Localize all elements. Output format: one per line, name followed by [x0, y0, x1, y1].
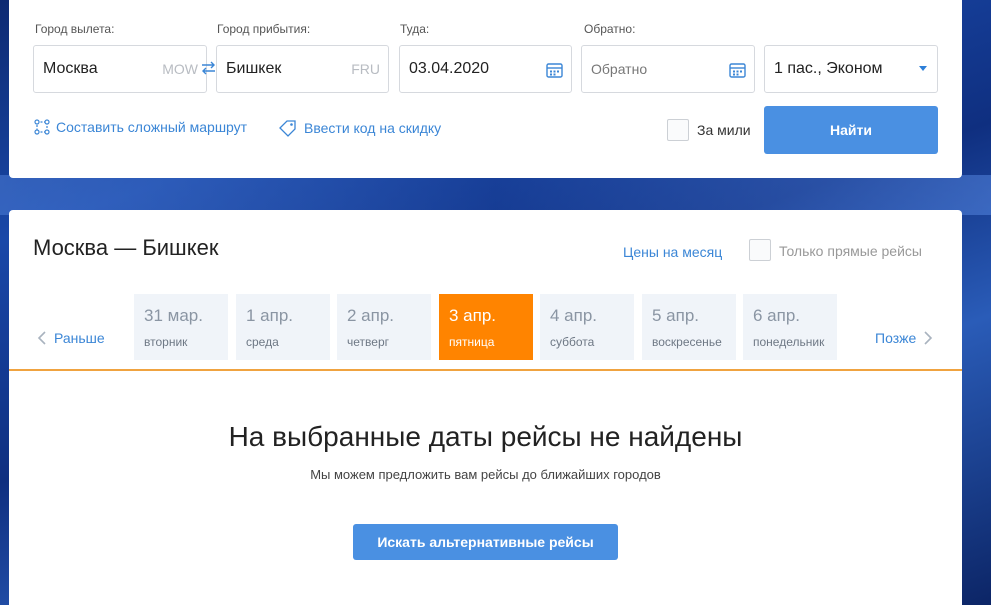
date-tab[interactable]: 5 апр. воскресенье [642, 294, 736, 360]
date-tab-date: 3 апр. [449, 306, 497, 325]
results-panel: Москва — Бишкек Цены на месяц Только пря… [9, 210, 962, 605]
earlier-dates-link[interactable]: Раньше [36, 330, 105, 346]
date-tab-weekday: пятница [449, 335, 495, 349]
date-tab[interactable]: 6 апр. понедельник [743, 294, 837, 360]
date-tab-date: 1 апр. [246, 306, 294, 325]
miles-checkbox[interactable] [667, 119, 689, 141]
chevron-right-icon [924, 331, 933, 345]
date-tab[interactable]: 3 апр. пятница [439, 294, 533, 360]
direct-only-label: Только прямые рейсы [779, 243, 922, 259]
return-date-input[interactable]: Обратно [581, 45, 755, 93]
passengers-value: 1 пас., Эконом [774, 60, 883, 77]
depart-date-value: 03.04.2020 [409, 60, 490, 77]
date-tab-date: 5 апр. [652, 306, 700, 325]
to-label: Город прибытия: [217, 22, 311, 36]
date-tab-date: 6 апр. [753, 306, 801, 325]
from-city-code: MOW [162, 61, 198, 77]
calendar-icon [729, 63, 746, 78]
date-tab-weekday: понедельник [753, 335, 825, 349]
find-button[interactable]: Найти [764, 106, 938, 154]
date-tab-weekday: среда [246, 335, 279, 349]
depart-date-input[interactable]: 03.04.2020 [399, 45, 572, 93]
direct-only-checkbox[interactable] [749, 239, 771, 261]
tag-icon [279, 120, 296, 137]
background-streak [0, 175, 991, 215]
route-title: Москва — Бишкек [33, 235, 219, 260]
from-city-input[interactable]: Москва MOW [33, 45, 207, 93]
from-label: Город вылета: [35, 22, 115, 36]
swap-cities-icon[interactable] [201, 61, 216, 75]
date-tab[interactable]: 4 апр. суббота [540, 294, 634, 360]
return-date-placeholder: Обратно [591, 61, 648, 77]
chevron-left-icon [37, 331, 46, 345]
complex-route-label: Составить сложный маршрут [56, 119, 248, 135]
date-tab-date: 31 мар. [144, 306, 203, 325]
to-city-value: Бишкек [226, 60, 282, 77]
calendar-icon [546, 63, 563, 78]
date-tab-date: 4 апр. [550, 306, 598, 325]
date-tab-date: 2 апр. [347, 306, 395, 325]
date-tab[interactable]: 31 мар. вторник [134, 294, 228, 360]
date-tab-weekday: вторник [144, 335, 188, 349]
depart-label: Туда: [400, 22, 430, 36]
earlier-label: Раньше [54, 330, 105, 346]
date-tabs-divider [9, 369, 962, 371]
to-city-code: FRU [351, 61, 380, 77]
search-panel: Город вылета: Город прибытия: Туда: Обра… [9, 0, 962, 178]
miles-label: За мили [697, 122, 751, 138]
date-tab-weekday: воскресенье [652, 335, 722, 349]
discount-code-link[interactable]: Ввести код на скидку [278, 119, 441, 137]
route-icon [34, 119, 50, 135]
passengers-select[interactable]: 1 пас., Эконом [764, 45, 938, 93]
complex-route-link[interactable]: Составить сложный маршрут [34, 119, 247, 135]
to-city-input[interactable]: Бишкек FRU [216, 45, 389, 93]
search-alternative-button[interactable]: Искать альтернативные рейсы [353, 524, 618, 560]
date-tab-weekday: суббота [550, 335, 595, 349]
no-flights-subtitle: Мы можем предложить вам рейсы до ближайш… [310, 467, 661, 482]
later-label: Позже [875, 330, 917, 346]
date-tab-weekday: четверг [347, 335, 389, 349]
discount-code-label: Ввести код на скидку [304, 120, 442, 136]
return-label: Обратно: [584, 22, 636, 36]
no-flights-title: На выбранные даты рейсы не найдены [228, 421, 743, 452]
month-prices-link[interactable]: Цены на месяц [623, 244, 722, 260]
date-tab[interactable]: 1 апр. среда [236, 294, 330, 360]
chevron-down-icon [919, 66, 927, 71]
from-city-value: Москва [43, 60, 98, 77]
later-dates-link[interactable]: Позже [875, 330, 934, 346]
date-tab[interactable]: 2 апр. четверг [337, 294, 431, 360]
